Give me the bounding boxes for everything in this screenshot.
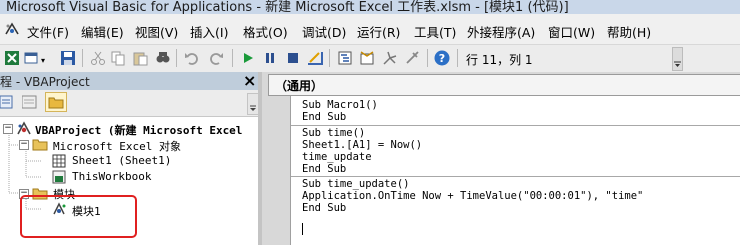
tree-item-sheet1[interactable]: Sheet1 (Sheet1) [72, 154, 171, 167]
insert-userform-icon[interactable] [24, 50, 40, 66]
highlight-box [20, 195, 137, 238]
code-line: End Sub [302, 202, 347, 214]
find-icon[interactable] [155, 50, 171, 66]
tree-item-thisworkbook[interactable]: ThisWorkbook [72, 170, 151, 183]
design-mode-icon[interactable] [307, 50, 323, 66]
code-line: Sub time_update() [302, 178, 410, 190]
code-line: Application.OnTime Now + TimeValue("00:0… [302, 190, 644, 202]
excel-view-icon[interactable] [4, 50, 20, 66]
project-explorer-icon[interactable] [337, 50, 353, 66]
tree-item-excel-objects[interactable]: Microsoft Excel 对象 [53, 138, 181, 154]
collapse-icon[interactable]: − [19, 140, 29, 150]
cursor-position: 行 11，列 1 [466, 53, 533, 67]
menu-view[interactable]: 视图(V) [135, 22, 178, 41]
project-panel-title: 程 - VBAProject [0, 75, 90, 89]
project-tree: − VBAProject (新建 Microsoft Excel − Micro… [0, 117, 258, 245]
title-bar: Microsoft Visual Basic for Applications … [0, 0, 740, 14]
window-title: Microsoft Visual Basic for Applications … [6, 0, 569, 14]
code-line: End Sub [302, 111, 347, 123]
run-icon[interactable] [240, 50, 256, 66]
view-object-icon[interactable] [21, 95, 38, 110]
paste-icon[interactable] [132, 50, 148, 66]
undo-icon[interactable] [184, 50, 200, 66]
workbook-icon [52, 170, 66, 184]
tree-item-vbaproject[interactable]: VBAProject (新建 Microsoft Excel [35, 122, 242, 138]
toggle-folders-icon[interactable] [45, 92, 67, 112]
copy-icon[interactable] [110, 50, 126, 66]
menu-tools[interactable]: 工具(T) [414, 22, 456, 41]
menu-format[interactable]: 格式(O) [243, 22, 288, 41]
project-panel-toolbar [0, 90, 259, 117]
menu-run[interactable]: 运行(R) [357, 22, 400, 41]
break-icon[interactable] [262, 50, 278, 66]
menu-help[interactable]: 帮助(H) [607, 22, 651, 41]
redo-icon[interactable] [208, 50, 224, 66]
project-panel-header: 程 - VBAProject × [0, 71, 258, 90]
svg-text:?: ? [439, 52, 445, 65]
vbaproject-icon [16, 120, 32, 136]
collapse-icon[interactable]: − [3, 124, 13, 134]
dropdown-arrow-icon[interactable]: ▾ [41, 57, 45, 65]
menu-insert[interactable]: 插入(I) [190, 22, 228, 41]
folder-icon [32, 137, 48, 151]
view-code-icon[interactable] [0, 95, 14, 110]
code-line: time_update [302, 151, 372, 163]
menu-edit[interactable]: 编辑(E) [81, 22, 124, 41]
close-icon[interactable]: × [243, 71, 256, 90]
reset-icon[interactable] [285, 50, 301, 66]
code-editor[interactable]: Sub Macro1() End Sub Sub time() Sheet1.[… [290, 96, 740, 245]
save-icon[interactable] [60, 50, 76, 66]
vba-app-icon[interactable] [4, 21, 20, 37]
code-line: Sub Macro1() [302, 99, 378, 111]
code-line: Sub time() [302, 127, 366, 139]
toolbox-icon[interactable] [404, 50, 420, 66]
sheet-icon [52, 154, 66, 168]
menu-file[interactable]: 文件(F) [27, 22, 69, 41]
menu-debug[interactable]: 调试(D) [302, 22, 346, 41]
procedure-separator [291, 125, 740, 126]
properties-icon[interactable] [359, 50, 375, 66]
toolbar-overflow-icon[interactable] [672, 47, 683, 71]
menu-addins[interactable]: 外接程序(A) [467, 22, 535, 41]
menu-bar: 文件(F) 编辑(E) 视图(V) 插入(I) 格式(O) 调试(D) 运行(R… [0, 14, 740, 45]
help-icon[interactable]: ? [434, 50, 450, 66]
code-line: Sheet1.[A1] = Now() [302, 139, 423, 151]
cut-icon[interactable] [90, 50, 106, 66]
menu-window[interactable]: 窗口(W) [548, 22, 595, 41]
object-dropdown-value: （通用） [275, 79, 324, 93]
code-line: End Sub [302, 163, 347, 175]
object-dropdown[interactable]: （通用） [268, 74, 740, 96]
text-cursor [302, 223, 303, 235]
procedure-separator [291, 176, 740, 177]
object-browser-icon[interactable] [382, 50, 398, 66]
standard-toolbar: ▾ ? 行 11，列 1 [0, 45, 740, 73]
